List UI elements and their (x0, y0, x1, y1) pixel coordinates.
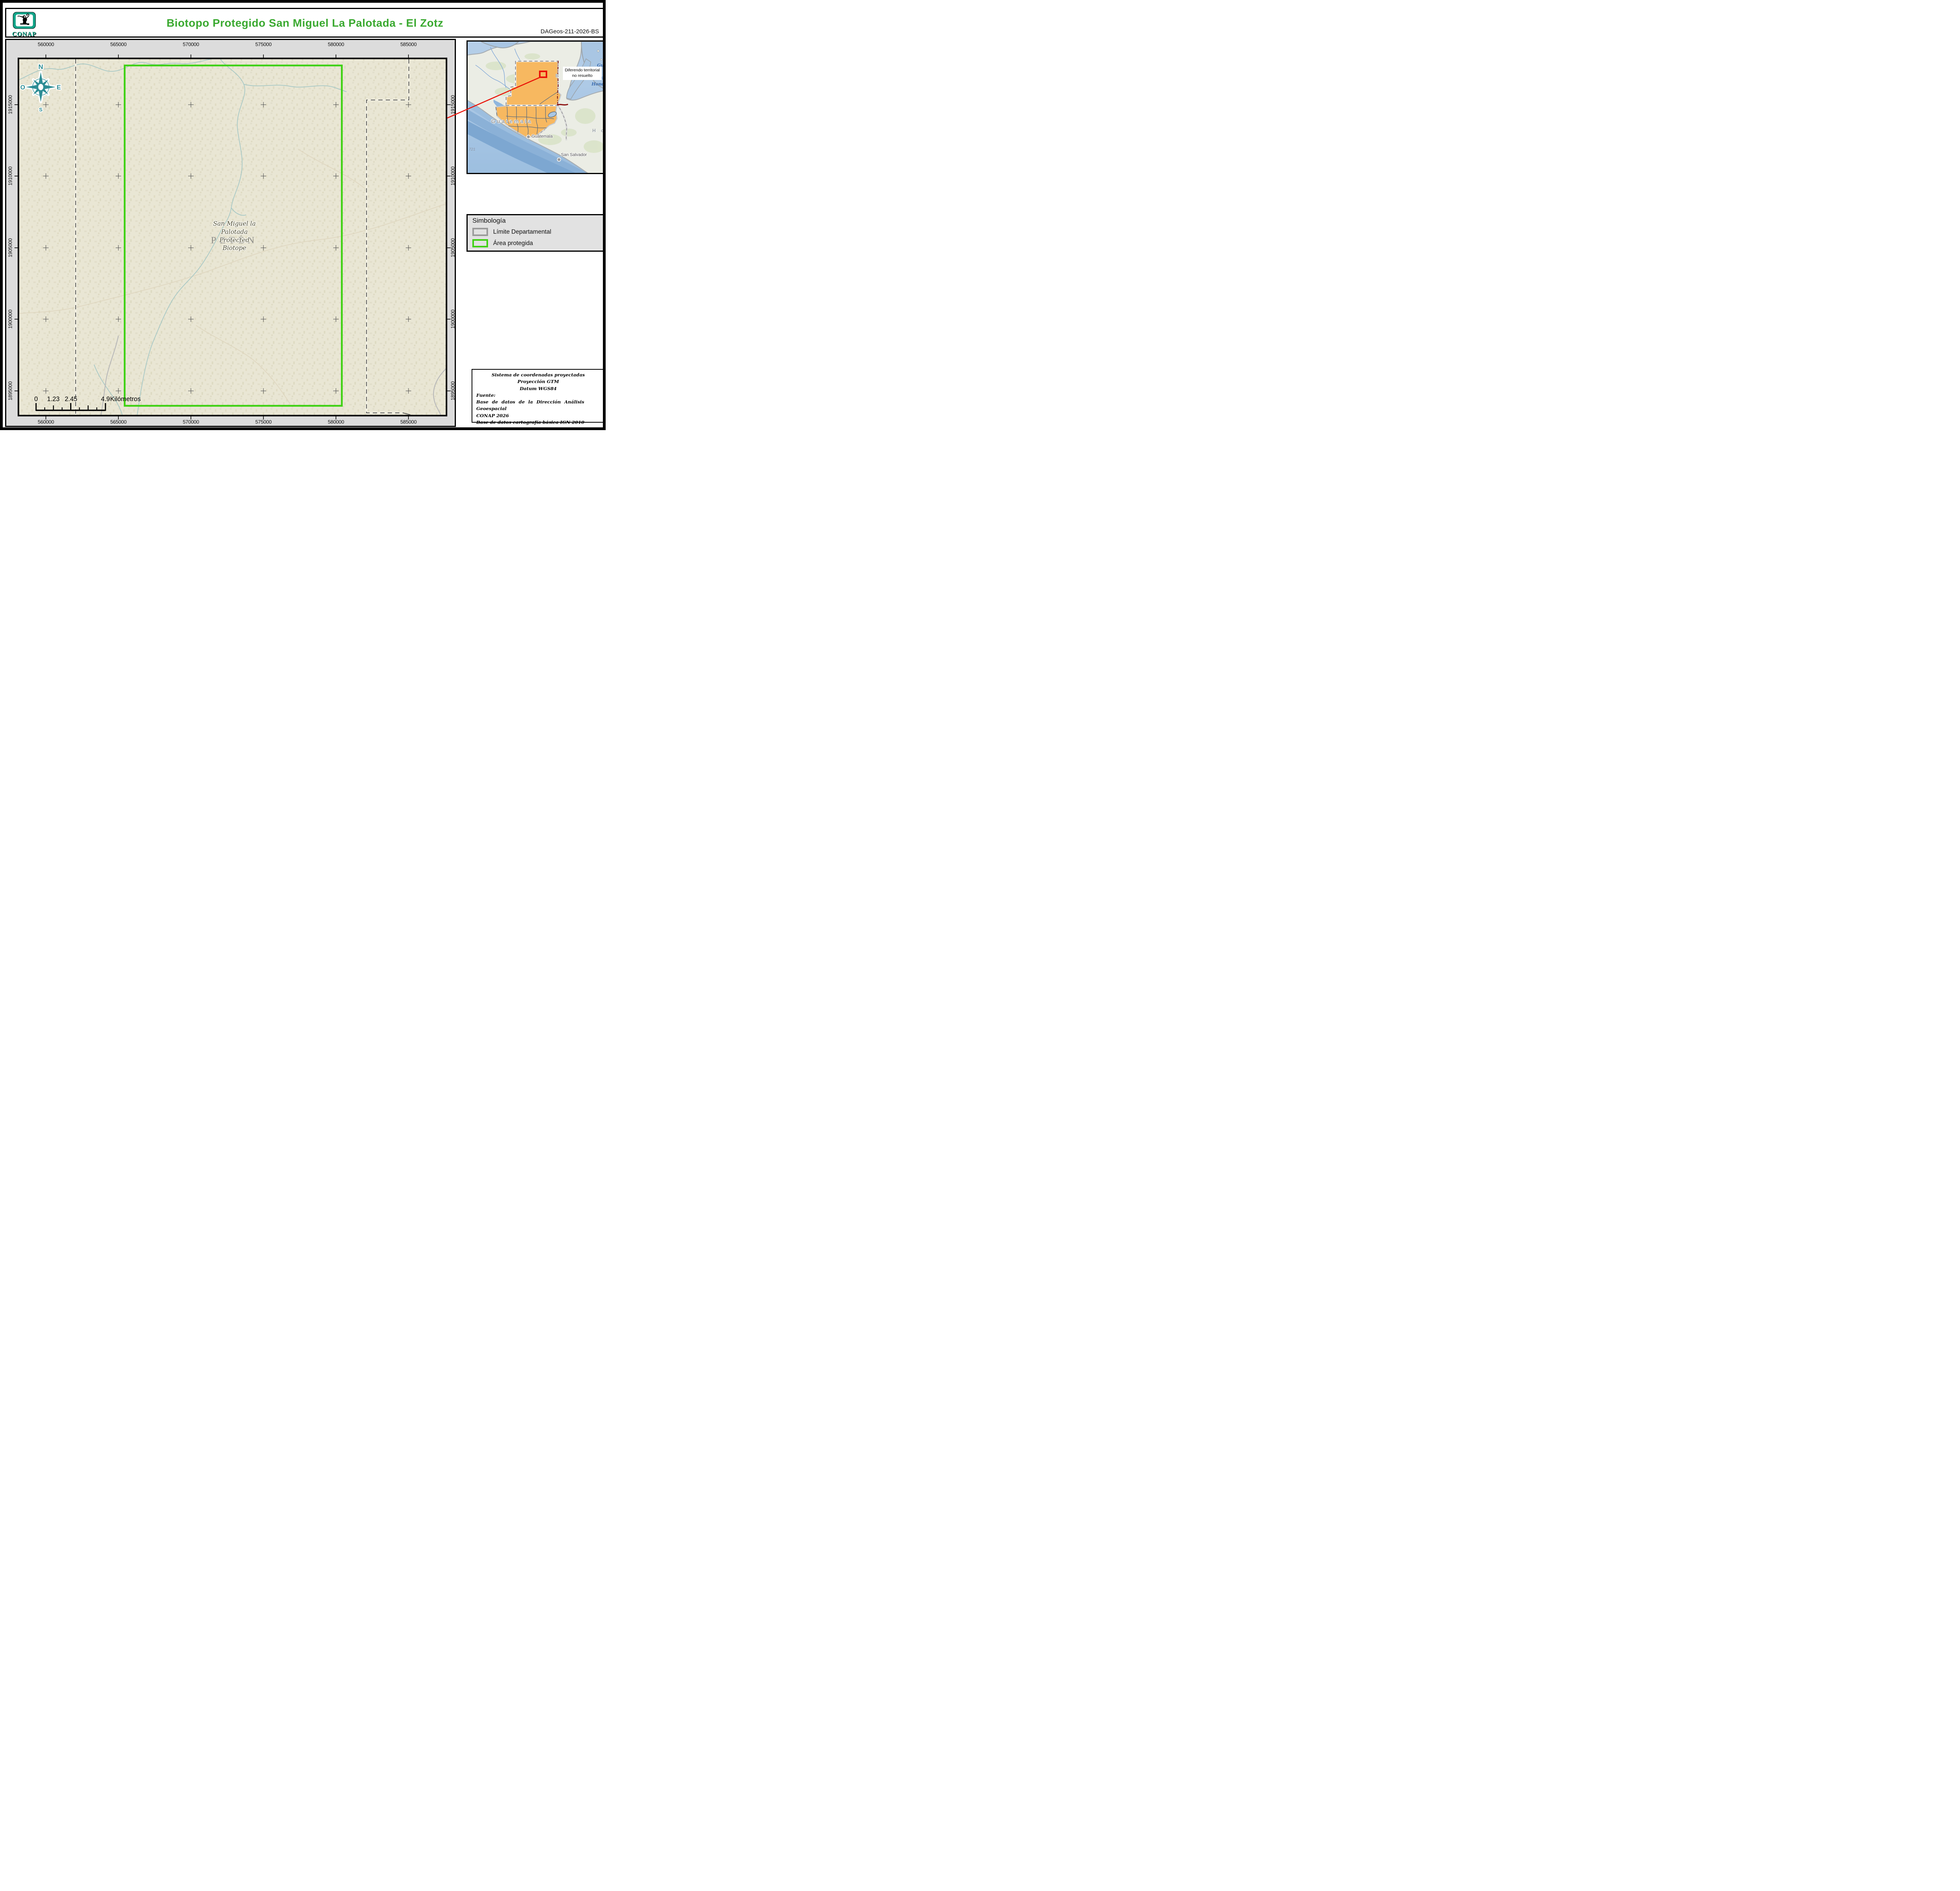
city-label: San Salvador (561, 153, 587, 157)
water-label-hond: Hond (592, 82, 605, 87)
biotope-label-line: Biotope (222, 244, 247, 252)
country-label: Guatemala (491, 118, 533, 124)
axis-label-x: 585000 (400, 419, 417, 425)
source-line: Base de datos de la Dirección Análisis G… (476, 399, 584, 412)
capital-city-label: Guatemala (532, 134, 553, 139)
crs-line: Sistema de coordenadas proyectadas (492, 372, 585, 378)
legend-title: Simbología (472, 217, 506, 224)
axis-label-y: 1910000 (450, 166, 456, 186)
overview-inset-map: Guatemala Guatemala San Salvador 721 B H… (466, 40, 605, 174)
depth-label: 721 (469, 147, 475, 152)
protected-area-swatch-icon (472, 239, 488, 247)
departmental-limit-swatch-icon (472, 228, 488, 236)
legend-item-protected: Área protegida (472, 239, 599, 247)
axis-label-x: 560000 (38, 41, 54, 47)
legend: Simbología Límite Departamental Área pro… (466, 214, 605, 252)
legend-item-departmental: Límite Departamental (472, 228, 599, 236)
scalebar-tick-label: 0 (34, 396, 38, 403)
logo-text: CONAP (12, 31, 36, 38)
projection-line: Proyección GTM (517, 379, 559, 385)
axis-label-y: 1905000 (7, 238, 13, 258)
axis-label-y: 1905000 (450, 238, 456, 258)
compass-east-label: E (57, 84, 61, 91)
compass-south-label: S (39, 107, 43, 113)
projection-info-box: Sistema de coordenadas proyectadas Proye… (472, 369, 605, 425)
biotope-label-line: Protected (219, 236, 250, 243)
scalebar-tick-label: 2.45 (64, 396, 78, 403)
conap-logo: CONAP (12, 12, 37, 38)
axis-label-x: 585000 (400, 41, 417, 47)
conap-monkey-icon (13, 12, 36, 29)
axis-label-x: 560000 (38, 419, 54, 425)
axis-label-y: 1915000 (7, 95, 13, 114)
axis-label-y: 1895000 (450, 381, 456, 401)
source-label: Fuente: (476, 392, 495, 398)
scalebar-unit-label: Kilómetros (110, 396, 141, 403)
biotope-label: San Miguel la Palotada Protected Biotope (213, 220, 256, 252)
scalebar-tick-label: 4.9 (101, 396, 110, 403)
datum-line: Datum WGS84 (519, 385, 557, 391)
axis-label-y: 1900000 (7, 309, 13, 329)
territorial-note: Diferendo territorial no resuelto (563, 67, 602, 80)
source-line: Base de datos cartografía básica IGN 201… (476, 419, 584, 425)
biotope-label-line: Palotada (221, 228, 248, 236)
axis-label-x: 570000 (183, 419, 199, 425)
axis-label-y: 1910000 (7, 166, 13, 186)
axis-label-x: 565000 (110, 41, 127, 47)
document-code: DAGeos-211-2026-BS (541, 28, 599, 35)
biotope-label-line: San Miguel la (213, 220, 256, 227)
axis-label-y: 1915000 (450, 95, 456, 114)
compass-west-label: O (20, 84, 25, 91)
disputed-border-end (557, 104, 568, 106)
compass-rose-icon: N E S O (20, 62, 62, 113)
axis-label-x: 575000 (255, 419, 272, 425)
legend-item-label: Límite Departamental (493, 228, 552, 235)
map-layout-page: CONAP Biotopo Protegido San Miguel La Pa… (0, 0, 606, 430)
honduras-label: H o (592, 128, 605, 133)
axis-label-x: 570000 (183, 41, 199, 47)
header: CONAP Biotopo Protegido San Miguel La Pa… (5, 8, 605, 38)
compass-north-label: N (38, 63, 43, 71)
axis-label-y: 1895000 (7, 381, 13, 401)
extent-marker (539, 71, 547, 78)
axis-label-x: 580000 (328, 41, 344, 47)
axis-label-x: 575000 (255, 41, 272, 47)
axis-label-x: 580000 (328, 419, 344, 425)
page-title: Biotopo Protegido San Miguel La Palotada… (166, 17, 444, 29)
belize-label: B (555, 73, 561, 78)
legend-item-label: Área protegida (493, 240, 533, 247)
axis-label-y: 1900000 (450, 309, 456, 329)
scalebar-tick-label: 1.23 (47, 396, 60, 403)
source-line: CONAP 2026 (476, 412, 509, 418)
axis-label-x: 565000 (110, 419, 127, 425)
